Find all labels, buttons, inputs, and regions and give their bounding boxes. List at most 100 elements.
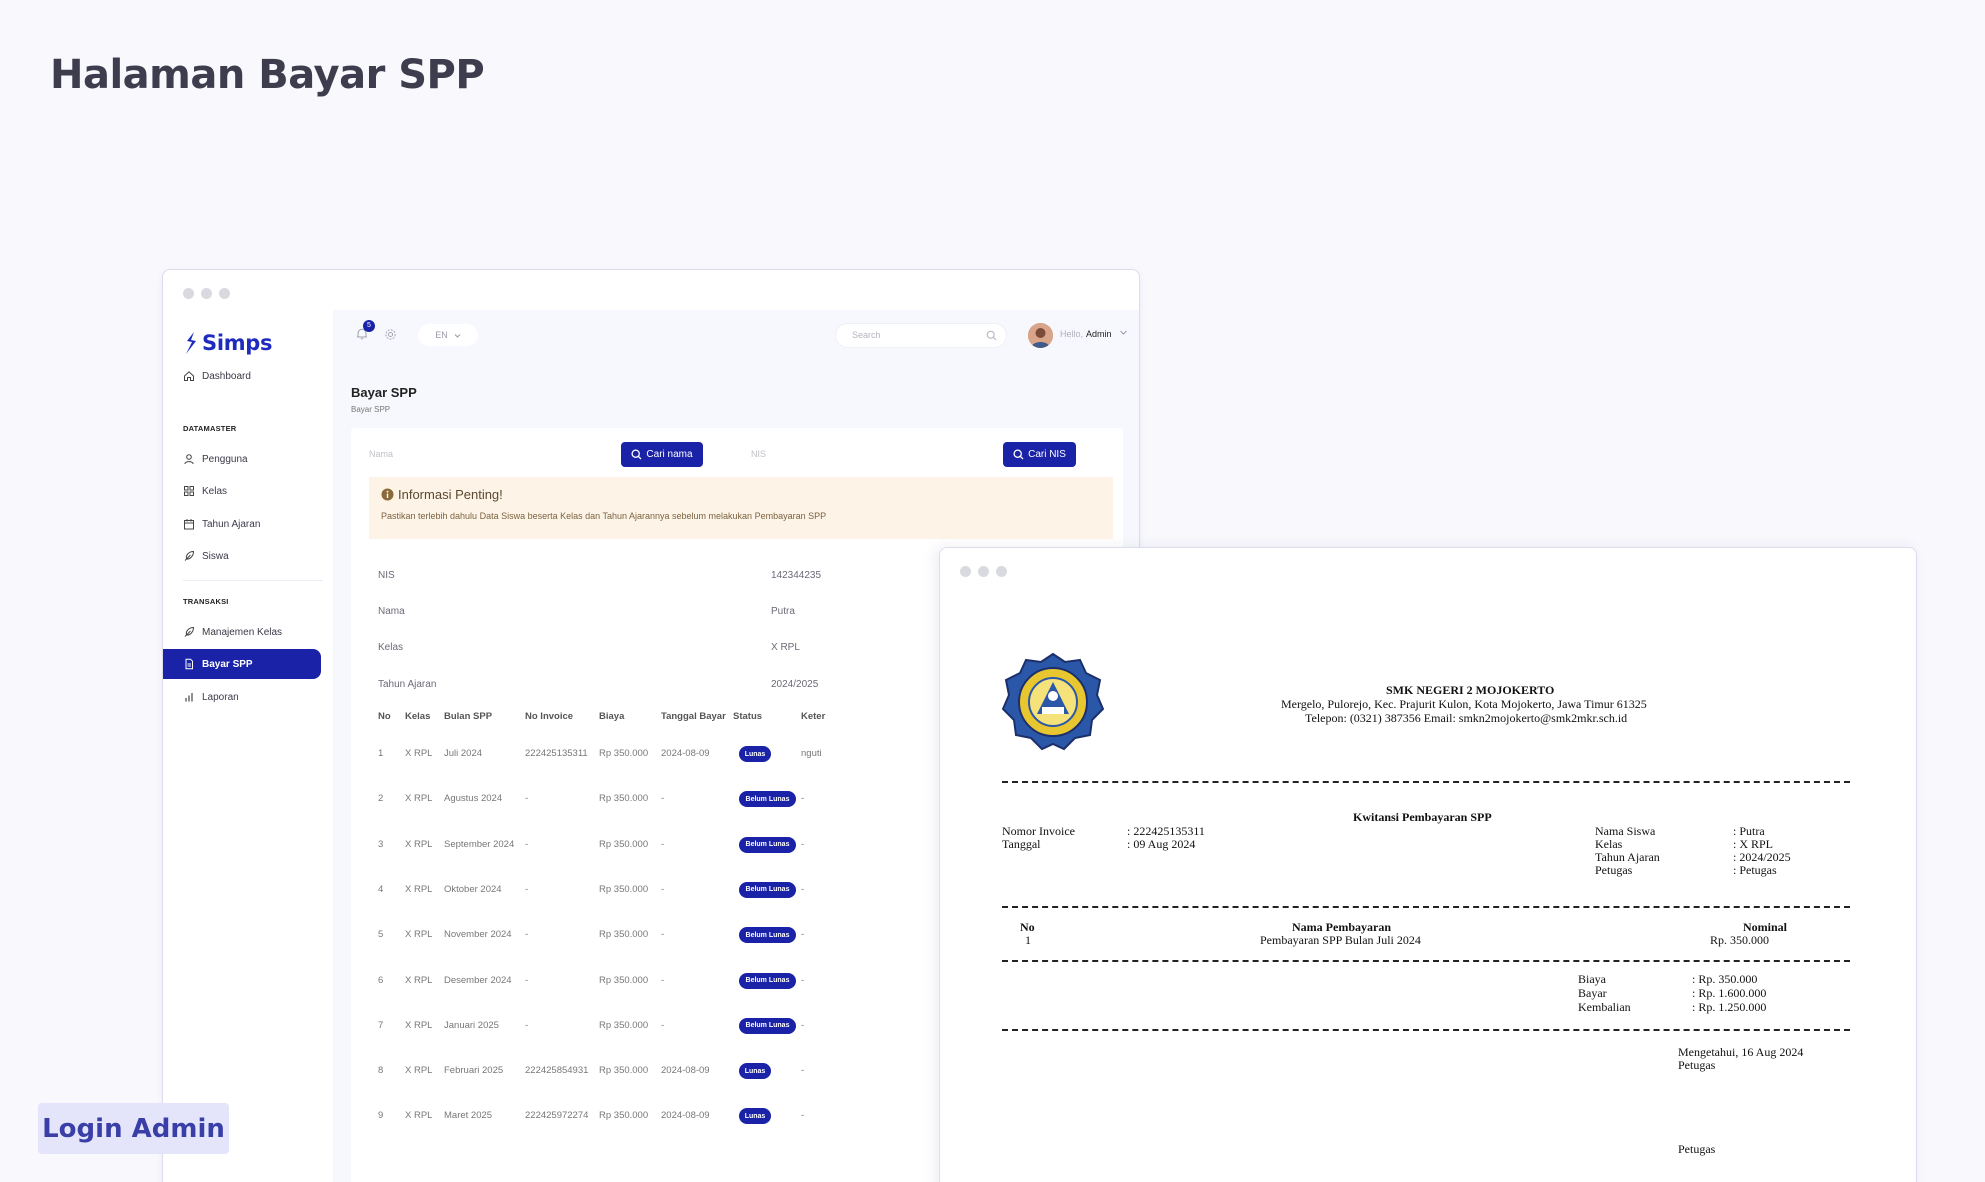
chevron-down-icon [454,333,461,338]
petugas-title: Petugas [1678,1058,1716,1072]
search-input[interactable]: Search [835,323,1007,348]
school-emblem-icon [1002,652,1104,751]
col-bulan-cell: Februari 2025 [444,1065,504,1077]
home-icon [184,371,194,381]
sidebar-item-label: Dashboard [202,370,251,382]
sidebar-item-manajemen-kelas[interactable]: Manajemen Kelas [163,617,321,647]
col-biaya-cell: Rp 350.000 [599,1110,649,1122]
cari-nis-button[interactable]: Cari NIS [1003,442,1076,467]
col-kelas-cell: X RPL [405,1065,433,1077]
col-no-cell: 5 [378,929,384,941]
tanggal-label: Tanggal [1002,837,1041,851]
status-badge: Belum Lunas [739,836,796,853]
col-kelas-header: Kelas [405,711,431,722]
col-invoice-cell: 222425972274 [525,1110,589,1122]
col-bulan-cell: Oktober 2024 [444,883,502,895]
col-biaya-cell: Rp 350.000 [599,883,649,895]
info-icon [381,488,394,501]
window-dot [996,566,1007,577]
search-icon [986,330,997,341]
col-bulan-cell: Agustus 2024 [444,793,503,805]
col-no-header: No [378,711,391,722]
content-title: Bayar SPP [351,385,417,400]
col-no-cell: 3 [378,838,384,850]
col-keterangan-cell: - [801,883,805,895]
status-badge: Belum Lunas [739,972,796,989]
nama-label: Nama [378,606,405,617]
sidebar-item-bayar-spp[interactable]: Bayar SPP [163,649,321,679]
status-badge: Belum Lunas [739,1017,796,1034]
divider [1002,960,1850,962]
col-keterangan-cell: - [801,793,805,805]
col-bulan-cell: Desember 2024 [444,974,512,986]
gear-icon[interactable] [384,328,397,341]
feather-icon [184,550,195,561]
col-no-cell: 8 [378,1065,384,1077]
col-kelas-cell: X RPL [405,838,433,850]
info-title-text: Informasi Penting! [398,487,503,502]
nama-input[interactable]: Nama [361,443,611,465]
sidebar-item-siswa[interactable]: Siswa [163,541,321,571]
col-invoice-cell: - [525,883,529,895]
col-kelas-cell: X RPL [405,793,433,805]
tahun-ajaran-label: Tahun Ajaran [378,679,437,690]
sidebar-item-dashboard[interactable]: Dashboard [163,361,321,391]
school-contact: Telepon: (0321) 387356 Email: smkn2mojok… [1305,711,1628,725]
sidebar-item-pengguna[interactable]: Pengguna [163,444,321,474]
section-datamaster: DATAMASTER [183,424,237,433]
breadcrumb[interactable]: Bayar SPP [351,405,390,414]
col-keterangan-cell: - [801,1065,805,1077]
window-controls [960,566,1007,577]
window-dot [201,288,212,299]
page-title: Halaman Bayar SPP [50,52,485,98]
info-title: Informasi Penting! [381,487,503,502]
avatar[interactable] [1028,323,1053,348]
col-invoice-cell: - [525,793,529,805]
col-biaya-cell: Rp 350.000 [599,838,649,850]
user-greeting[interactable]: Hello, Admin [1060,329,1112,339]
bayar-value: : Rp. 1.600.000 [1692,986,1767,1000]
language-select[interactable]: EN [418,324,478,346]
col-invoice-cell: - [525,1019,529,1031]
col-tanggal-cell: - [661,793,665,805]
col-no-cell: 4 [378,883,384,895]
col-tanggal-cell: - [661,1019,665,1031]
topbar: 5 EN Search Hello, Admin [333,310,1139,360]
nis-input[interactable]: NIS [743,443,993,465]
language-value: EN [435,330,448,340]
calendar-icon [184,519,194,530]
school-address: Mergelo, Pulorejo, Kec. Prajurit Kulon, … [1281,697,1647,711]
col-biaya-cell: Rp 350.000 [599,793,649,805]
nama-placeholder: Nama [369,449,394,459]
col-tanggal-cell: 2024-08-09 [661,748,710,759]
window-dot [183,288,194,299]
bar-chart-icon [185,693,193,702]
sidebar-item-label: Pengguna [202,453,248,465]
button-label: Cari NIS [1028,449,1066,460]
sidebar-item-kelas[interactable]: Kelas [163,476,321,506]
col-invoice-cell: 222425854931 [525,1065,589,1077]
brand-name: Simps [202,331,273,355]
col-kelas-cell: X RPL [405,883,433,895]
col-keterangan-cell: - [801,1019,805,1031]
col-bulan-cell: Juli 2024 [444,748,483,759]
button-label: Cari nama [646,449,693,460]
col-bulan-cell: September 2024 [444,838,515,850]
divider [1002,1029,1850,1031]
sidebar: Simps Dashboard DATAMASTER Pengguna Kela… [163,310,333,1182]
window-dot [978,566,989,577]
school-name: SMK NEGERI 2 MOJOKERTO [1386,683,1555,697]
cari-nama-button[interactable]: Cari nama [621,442,703,467]
col-kelas-cell: X RPL [405,1110,433,1122]
sidebar-item-laporan[interactable]: Laporan [163,682,321,712]
col-keterangan-cell: - [801,929,805,941]
sidebar-item-tahun-ajaran[interactable]: Tahun Ajaran [163,509,321,539]
receipt-title: Kwitansi Pembayaran SPP [1353,810,1492,824]
receipt-window: SMK NEGERI 2 MOJOKERTO Mergelo, Pulorejo… [939,547,1917,1182]
col-tanggal-cell: 2024-08-09 [661,1065,710,1077]
info-alert: Informasi Penting! Pastikan terlebih dah… [369,477,1113,539]
item-nominal: Rp. 350.000 [1710,933,1770,947]
status-badge: Lunas [739,1108,771,1125]
brand-logo[interactable]: Simps [183,330,273,356]
chevron-down-icon[interactable] [1119,328,1128,337]
